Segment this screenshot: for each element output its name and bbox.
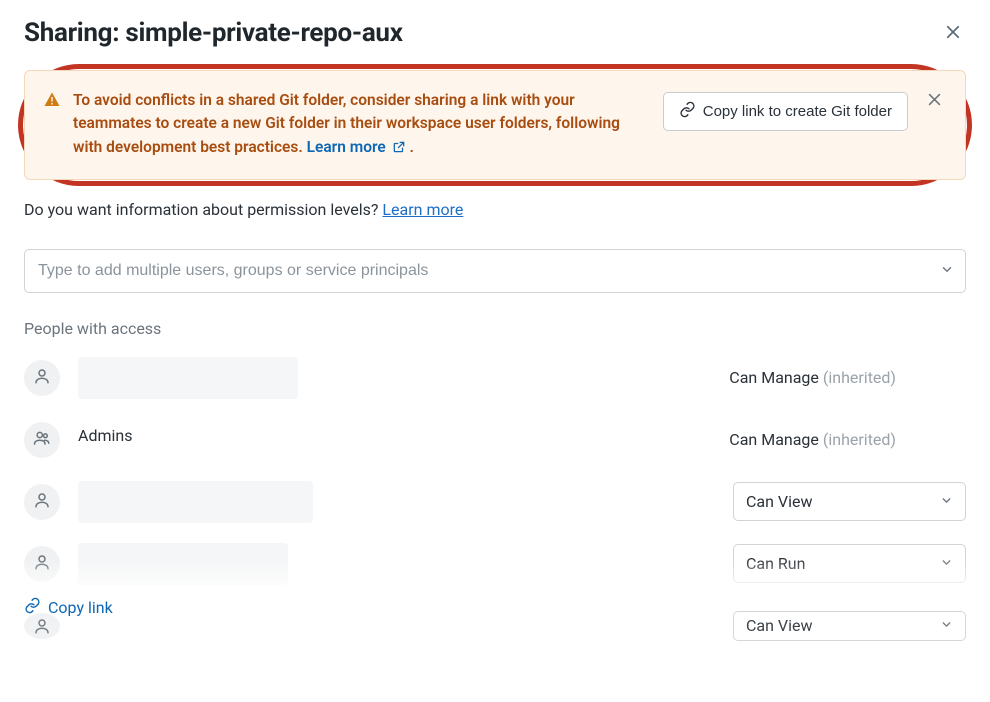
- permission-learn-more-link[interactable]: Learn more: [382, 200, 463, 219]
- access-row: Can Run: [24, 542, 966, 586]
- external-link-icon: [392, 138, 406, 161]
- access-row: Can View: [24, 480, 966, 524]
- chevron-down-icon: [940, 616, 953, 635]
- permission-label: Can Manage: [729, 430, 819, 449]
- close-icon: [944, 29, 962, 44]
- permission-value: Can View: [746, 616, 813, 635]
- permission-select[interactable]: Can Run: [733, 544, 966, 583]
- redacted-name: [78, 543, 288, 585]
- permission-inherited: Can Manage (inherited): [729, 430, 966, 449]
- add-principal-input-wrap: [24, 249, 966, 293]
- alert-container: To avoid conflicts in a shared Git folde…: [24, 70, 966, 180]
- chevron-down-icon: [940, 554, 953, 573]
- copy-git-link-button[interactable]: Copy link to create Git folder: [663, 92, 908, 131]
- principal-name: [78, 481, 715, 523]
- git-folder-alert: To avoid conflicts in a shared Git folde…: [24, 70, 966, 180]
- permission-value: Can Run: [746, 554, 805, 573]
- access-list: Can Manage (inherited) Admins Can Manage…: [24, 356, 966, 648]
- principal-name: [78, 612, 715, 640]
- permission-info-line: Do you want information about permission…: [24, 200, 966, 219]
- person-icon: [33, 553, 51, 575]
- avatar: [24, 484, 60, 520]
- copy-link-button[interactable]: Copy link: [24, 597, 113, 618]
- people-section-label: People with access: [24, 319, 966, 338]
- redacted-name: [78, 357, 298, 399]
- permission-info-text: Do you want information about permission…: [24, 200, 382, 219]
- alert-period: .: [410, 138, 414, 156]
- avatar: [24, 546, 60, 582]
- person-icon: [33, 491, 51, 513]
- person-icon: [33, 367, 51, 389]
- avatar: [24, 360, 60, 396]
- permission-inherited: Can Manage (inherited): [729, 368, 966, 387]
- redacted-name: [78, 481, 313, 523]
- access-row: Admins Can Manage (inherited): [24, 418, 966, 462]
- permission-label: Can Manage: [729, 368, 819, 387]
- dialog-footer: Copy link: [24, 597, 113, 618]
- access-row: Can Manage (inherited): [24, 356, 966, 400]
- principal-name: [78, 357, 711, 399]
- alert-text: To avoid conflicts in a shared Git folde…: [73, 89, 651, 161]
- access-row: Can View: [24, 604, 966, 648]
- person-icon: [33, 617, 51, 639]
- link-icon: [679, 101, 696, 122]
- permission-select[interactable]: Can View: [733, 611, 966, 641]
- copy-link-label: Copy link: [48, 598, 113, 617]
- copy-git-link-label: Copy link to create Git folder: [703, 103, 892, 120]
- principal-name: [78, 543, 715, 585]
- chevron-down-icon: [940, 492, 953, 511]
- add-principal-input[interactable]: [24, 249, 966, 293]
- dialog-header: Sharing: simple-private-repo-aux: [24, 18, 966, 48]
- alert-close-button[interactable]: [924, 89, 945, 113]
- close-dialog-button[interactable]: [940, 19, 966, 48]
- dialog-title: Sharing: simple-private-repo-aux: [24, 18, 403, 48]
- inherited-label: (inherited): [823, 430, 896, 449]
- group-icon: [33, 429, 51, 451]
- avatar: [24, 422, 60, 458]
- alert-learn-more-label: Learn more: [307, 138, 386, 156]
- permission-value: Can View: [746, 492, 813, 511]
- alert-learn-more-link[interactable]: Learn more: [307, 138, 410, 156]
- inherited-label: (inherited): [823, 368, 896, 387]
- sharing-dialog: Sharing: simple-private-repo-aux To avoi…: [0, 0, 990, 648]
- principal-name: Admins: [78, 426, 711, 454]
- warning-icon: [43, 91, 61, 113]
- permission-select[interactable]: Can View: [733, 482, 966, 521]
- close-icon: [926, 96, 943, 111]
- link-icon: [24, 597, 41, 618]
